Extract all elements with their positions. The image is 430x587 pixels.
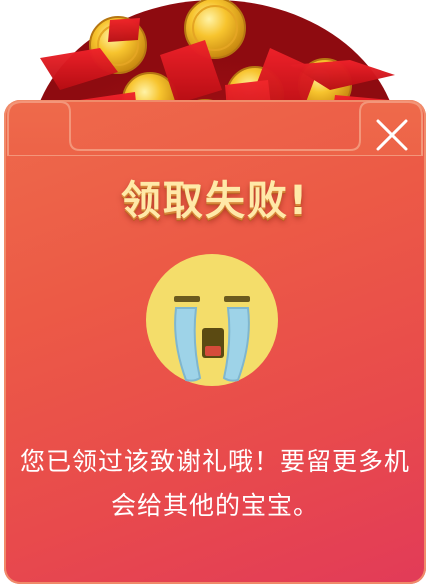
reward-failed-dialog: 领取失败! 您已领过该致谢礼哦！要留更多机会给其他的宝宝。 bbox=[0, 0, 430, 587]
close-icon bbox=[376, 119, 408, 151]
dialog-message: 您已领过该致谢礼哦！要留更多机会给其他的宝宝。 bbox=[20, 447, 411, 520]
close-button[interactable] bbox=[372, 115, 412, 155]
card-top-notch bbox=[7, 101, 423, 156]
crying-face-icon bbox=[146, 254, 278, 386]
dialog-title: 领取失败! bbox=[120, 178, 310, 224]
